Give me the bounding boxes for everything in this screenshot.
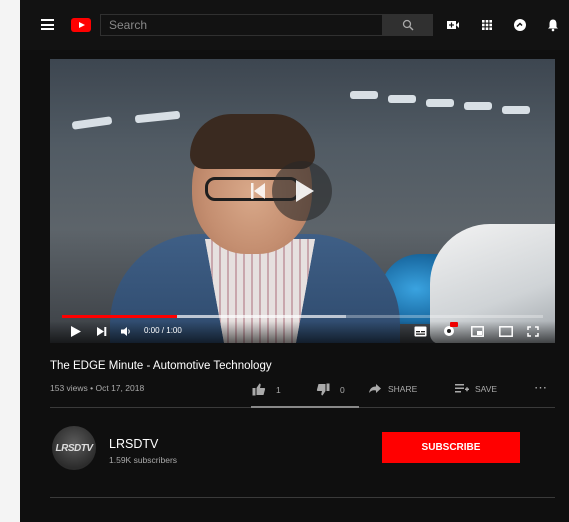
volume-icon[interactable] xyxy=(120,326,132,337)
progress-bar[interactable] xyxy=(62,315,543,318)
more-icon[interactable]: ⋯ xyxy=(534,380,548,396)
save-icon xyxy=(455,384,469,393)
ceiling-light xyxy=(134,110,181,124)
next-icon[interactable] xyxy=(96,326,107,337)
progress-played xyxy=(62,315,178,318)
apps-icon[interactable] xyxy=(480,18,494,32)
like-ratio-bar xyxy=(251,406,359,408)
bell-icon[interactable] xyxy=(546,18,560,32)
share-label: SHARE xyxy=(388,383,418,394)
search-input[interactable]: Search xyxy=(100,14,383,36)
ceiling-light xyxy=(426,99,454,107)
video-camera-icon[interactable] xyxy=(446,18,460,32)
like-button[interactable]: 1 xyxy=(252,383,281,396)
video-player[interactable]: 0:00 / 1:00 xyxy=(50,59,555,343)
miniplayer-icon[interactable] xyxy=(471,326,484,337)
save-button[interactable]: SAVE xyxy=(455,383,497,394)
save-label: SAVE xyxy=(475,383,498,394)
ceiling-light xyxy=(464,102,492,110)
thumbs-up-icon xyxy=(252,383,266,396)
ceiling-light xyxy=(71,116,113,130)
top-bar: Search xyxy=(20,0,569,50)
player-controls: 0:00 / 1:00 xyxy=(50,321,555,343)
fullscreen-icon[interactable] xyxy=(527,326,539,337)
menu-icon[interactable] xyxy=(41,19,54,30)
channel-name[interactable]: LRSDTV xyxy=(109,437,158,451)
video-meta: 153 views • Oct 17, 2018 xyxy=(50,383,145,393)
theater-icon[interactable] xyxy=(499,326,513,337)
previous-icon[interactable] xyxy=(250,181,266,201)
video-title: The EDGE Minute - Automotive Technology xyxy=(50,360,272,372)
like-count: 1 xyxy=(276,384,281,395)
channel-avatar[interactable]: LRSDTV xyxy=(52,426,96,470)
channel-divider xyxy=(50,497,555,498)
ceiling-light xyxy=(350,91,378,99)
share-button[interactable]: SHARE xyxy=(368,383,417,394)
share-icon xyxy=(369,384,381,393)
search-icon xyxy=(402,19,414,31)
time-display: 0:00 / 1:00 xyxy=(144,326,182,335)
settings-icon[interactable] xyxy=(442,322,458,337)
youtube-logo-icon[interactable] xyxy=(71,18,91,32)
play-overlay-button[interactable] xyxy=(272,161,332,221)
subscriber-count: 1.59K subscribers xyxy=(109,455,178,465)
dislike-count: 0 xyxy=(340,384,345,395)
thumbs-down-icon xyxy=(316,383,330,396)
play-icon[interactable] xyxy=(70,325,82,338)
dislike-button[interactable]: 0 xyxy=(316,383,345,396)
app-window: Search 0:00 / 1:00 The EDGE Minute - Aut… xyxy=(20,0,569,522)
subtitles-icon[interactable] xyxy=(414,326,427,337)
ceiling-light xyxy=(502,106,530,114)
subscribe-button[interactable]: SUBSCRIBE xyxy=(382,432,520,463)
messages-icon[interactable] xyxy=(513,18,527,32)
avatar-logo-text: LRSDTV xyxy=(55,442,94,454)
search-button[interactable] xyxy=(383,14,433,36)
ceiling-light xyxy=(388,95,416,103)
